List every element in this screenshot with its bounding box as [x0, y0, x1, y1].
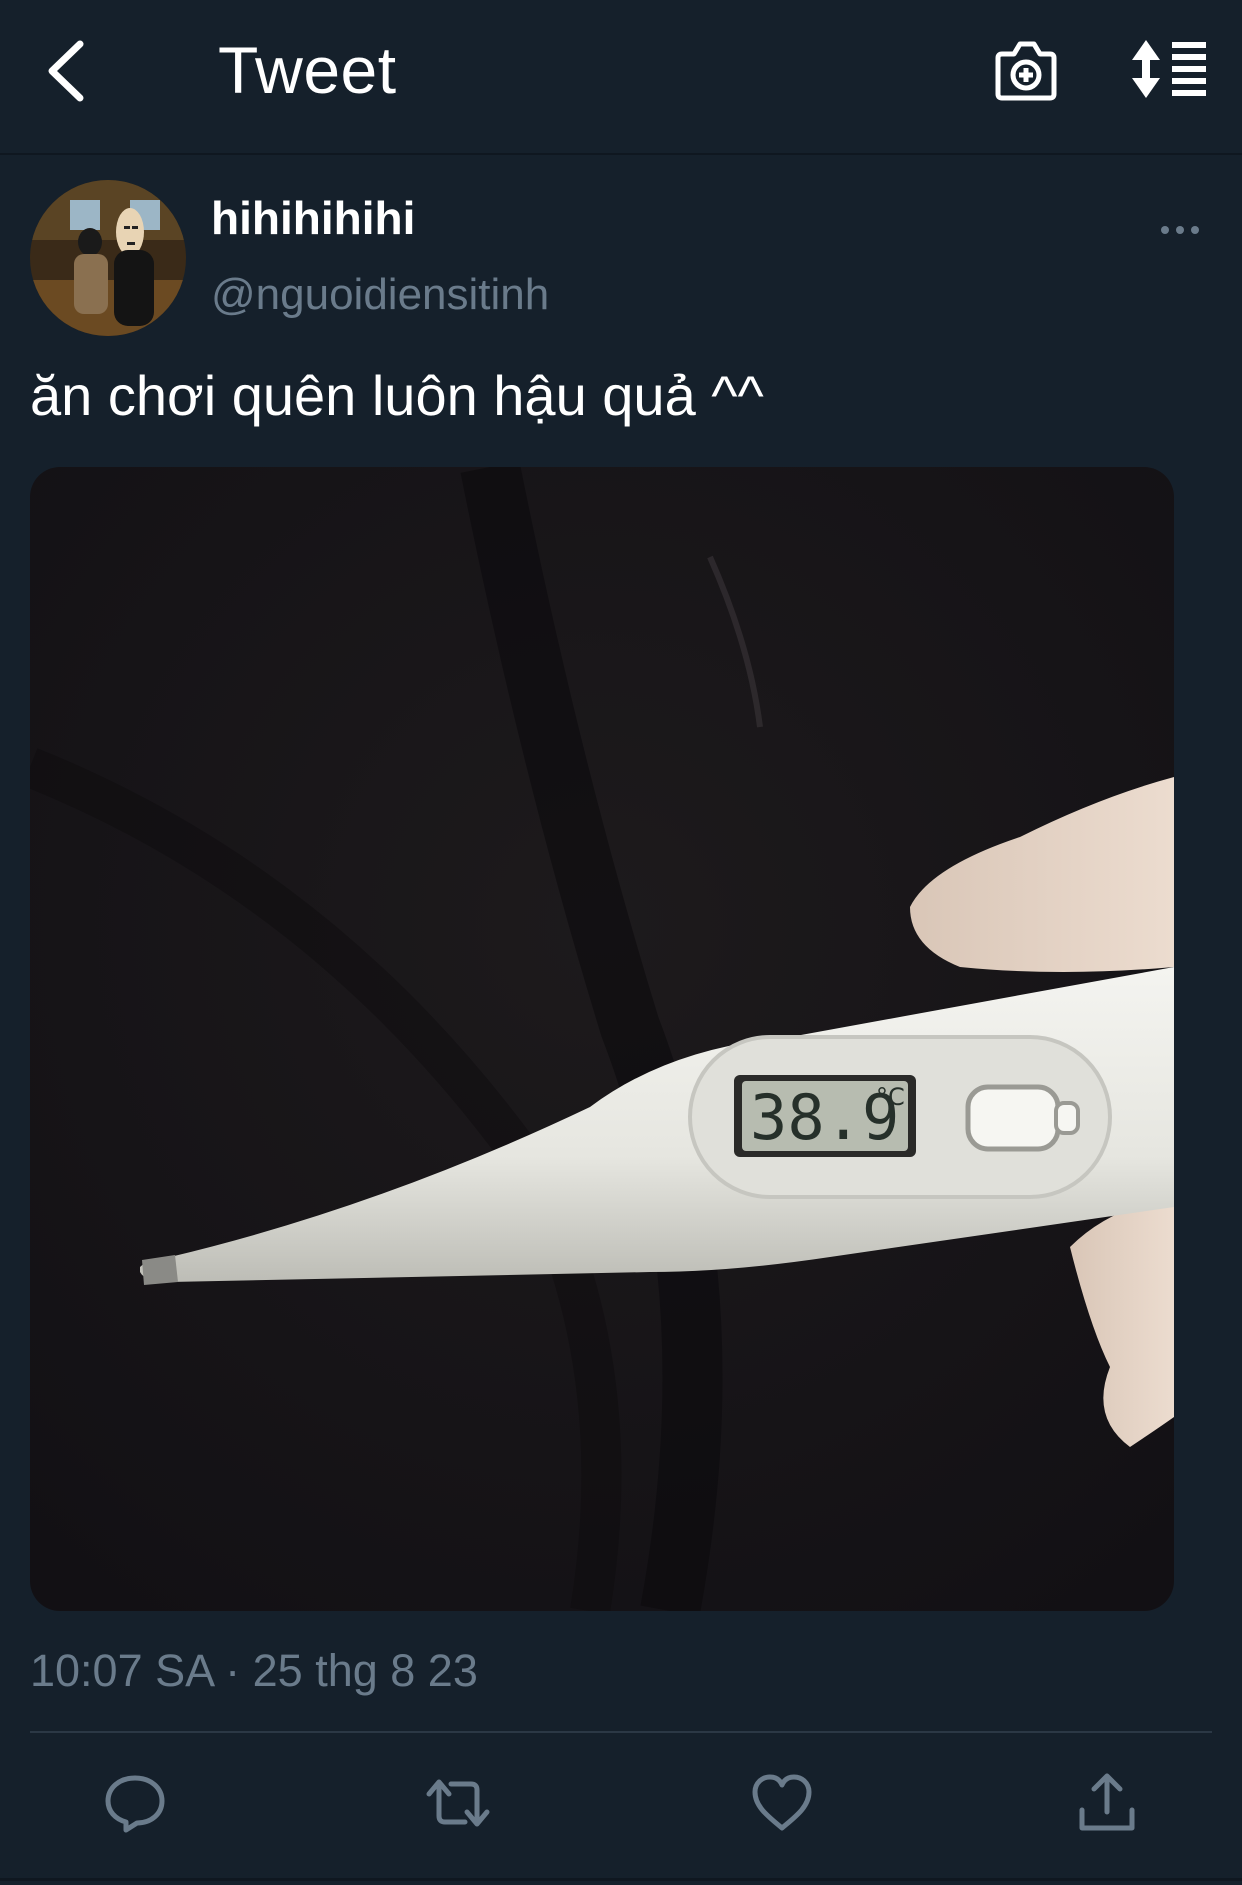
- like-button[interactable]: [749, 1770, 815, 1836]
- share-button[interactable]: [1074, 1770, 1140, 1836]
- more-options-button[interactable]: [1160, 220, 1200, 240]
- retweet-button[interactable]: [425, 1770, 491, 1836]
- more-dots-icon: [1161, 226, 1199, 234]
- camera-button[interactable]: [994, 38, 1058, 104]
- reply-icon: [105, 1775, 165, 1833]
- chevron-left-icon: [48, 40, 84, 102]
- avatar-image: [30, 180, 186, 336]
- sort-button[interactable]: [1132, 40, 1208, 100]
- reply-button[interactable]: [102, 1770, 168, 1836]
- tweet-photo[interactable]: 38.9 °C: [30, 467, 1174, 1611]
- top-nav-bar: Tweet: [0, 0, 1242, 155]
- divider: [30, 1731, 1212, 1733]
- retweet-icon: [426, 1779, 490, 1827]
- back-button[interactable]: [40, 36, 100, 106]
- display-name[interactable]: hihihihihi: [211, 190, 415, 246]
- camera-plus-icon: [995, 41, 1057, 101]
- avatar[interactable]: [30, 180, 186, 336]
- heart-icon: [752, 1774, 812, 1831]
- thermometer-photo: 38.9 °C: [30, 467, 1174, 1611]
- share-icon: [1079, 1773, 1135, 1831]
- thermometer-unit: °C: [876, 1083, 905, 1111]
- user-handle[interactable]: @nguoidiensitinh: [211, 268, 549, 322]
- tweet-timestamp: 10:07 SA · 25 thg 8 23: [30, 1645, 478, 1696]
- tweet-text: ăn chơi quên luôn hậu quả ^^: [30, 364, 764, 427]
- bottom-divider: [0, 1878, 1242, 1881]
- page-title: Tweet: [218, 33, 397, 107]
- sort-list-icon: [1132, 40, 1206, 98]
